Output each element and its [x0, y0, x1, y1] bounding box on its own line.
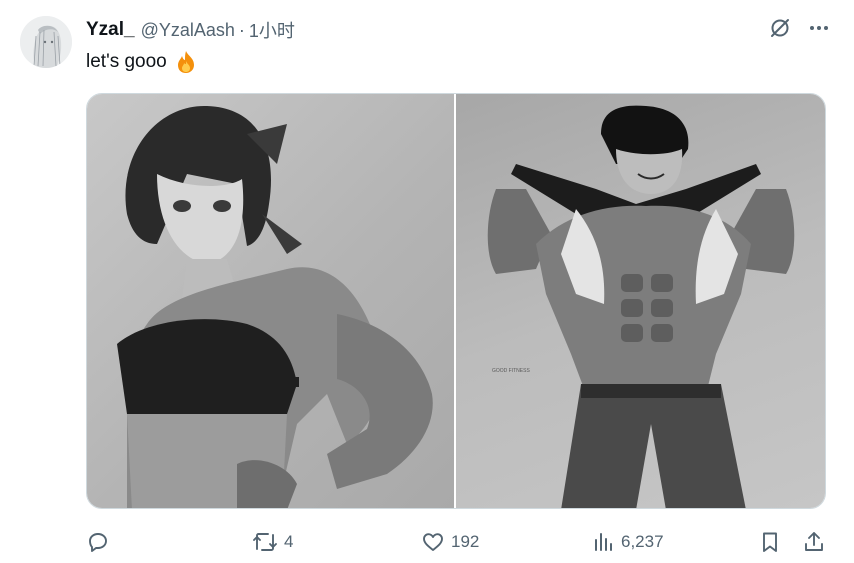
- retweet-count: 4: [284, 532, 294, 551]
- bookmark-button[interactable]: [758, 526, 782, 558]
- photo-right[interactable]: GOOD FITNESS: [456, 94, 825, 508]
- handle[interactable]: @YzalAash: [141, 20, 235, 41]
- like-count: 192: [451, 532, 480, 551]
- grok-icon[interactable]: [768, 16, 792, 40]
- reply-icon: [89, 533, 107, 552]
- retweet-button[interactable]: 4: [252, 526, 293, 558]
- tweet-top-actions: [768, 16, 830, 40]
- avatar[interactable]: [20, 16, 72, 68]
- timestamp[interactable]: 1小时: [249, 17, 295, 43]
- separator-dot: ·: [238, 19, 245, 40]
- views-count: 6,237: [621, 532, 664, 551]
- heart-icon: [423, 533, 443, 551]
- like-button[interactable]: 192: [421, 526, 479, 558]
- media-grid: GOOD FITNESS: [86, 93, 826, 509]
- tweet-header: Yzal_ @YzalAash · 1小时: [86, 18, 295, 42]
- display-name[interactable]: Yzal_: [86, 19, 135, 41]
- retweet-icon: [253, 533, 277, 551]
- more-options-icon[interactable]: [808, 17, 830, 39]
- tweet-actions: 4 192 6,237: [86, 526, 828, 558]
- share-icon: [805, 532, 823, 551]
- views-icon: [595, 533, 612, 551]
- bookmark-icon: [763, 532, 777, 552]
- fire-icon: [177, 51, 194, 73]
- reply-button[interactable]: [86, 526, 116, 558]
- share-button[interactable]: [802, 526, 826, 558]
- photo-left[interactable]: [87, 94, 454, 508]
- tweet-text: let's gooo: [86, 50, 199, 74]
- avatar-image: [20, 16, 72, 68]
- tweet-text-content: let's gooo: [86, 51, 167, 72]
- watermark-text: GOOD FITNESS: [492, 368, 530, 374]
- views-button[interactable]: 6,237: [591, 526, 664, 558]
